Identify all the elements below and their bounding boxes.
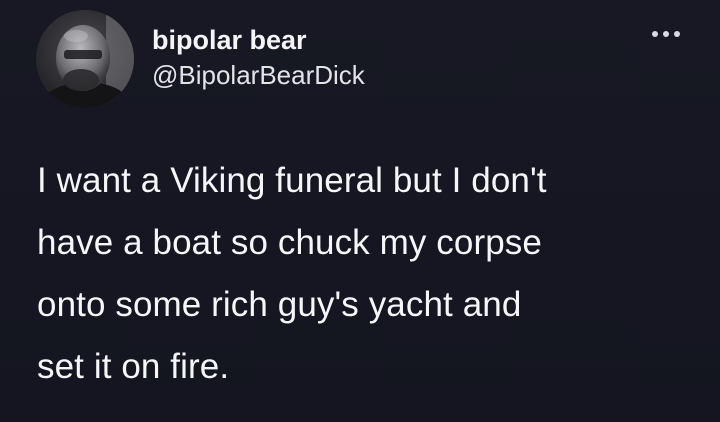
tweet-card: bipolar bear @BipolarBearDick I want a V… xyxy=(0,0,720,422)
avatar[interactable] xyxy=(36,10,134,108)
tweet-text-line: set it on fire. xyxy=(37,347,230,386)
more-horizontal-icon xyxy=(652,31,680,37)
tweet-text-line: have a boat so chuck my corpse xyxy=(37,223,542,262)
avatar-photo-icon xyxy=(36,10,134,108)
tweet-text-line: onto some rich guy's yacht and xyxy=(37,285,522,324)
tweet-text: I want a Viking funeral but I don't have… xyxy=(37,150,705,398)
tweet-text-line: I want a Viking funeral but I don't xyxy=(37,161,547,200)
author-handle[interactable]: @BipolarBearDick xyxy=(152,60,365,91)
author-display-name[interactable]: bipolar bear xyxy=(152,25,307,56)
more-options-button[interactable] xyxy=(646,24,686,44)
